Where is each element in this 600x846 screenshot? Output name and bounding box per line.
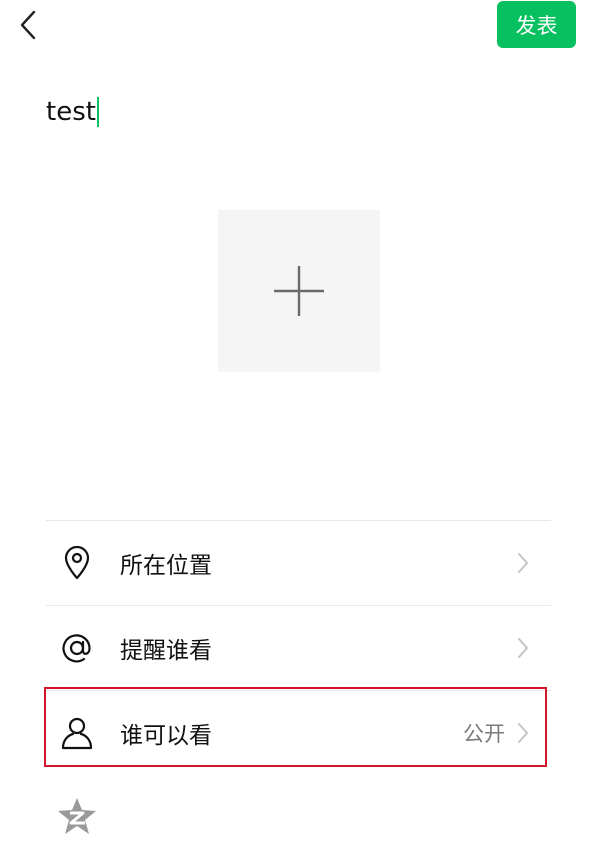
option-remind[interactable]: 提醒谁看 [46,606,551,690]
chevron-right-icon [518,553,528,573]
publish-button[interactable]: 发表 [497,1,576,48]
qzone-share-toggle[interactable] [56,796,98,836]
back-button[interactable] [14,8,50,44]
person-icon [61,717,93,750]
post-text-value: test [46,97,96,127]
chevron-right-icon [518,638,528,658]
chevron-left-icon [20,10,36,40]
qzone-star-icon [58,798,96,834]
at-icon [62,634,91,663]
option-visibility[interactable]: 谁可以看 公开 [46,691,551,775]
option-label: 所在位置 [120,553,212,579]
option-location[interactable]: 所在位置 [46,521,551,605]
option-label: 谁可以看 [120,723,212,749]
post-text-input[interactable]: test [46,96,99,128]
location-pin-icon [64,545,90,580]
text-caret [96,97,99,127]
post-options-list: 所在位置 提醒谁看 谁可以看 公开 [46,520,551,775]
add-photo-button[interactable] [218,210,380,372]
option-label: 提醒谁看 [120,638,212,664]
option-value: 公开 [463,722,505,746]
plus-icon [274,266,324,316]
chevron-right-icon [518,723,528,743]
